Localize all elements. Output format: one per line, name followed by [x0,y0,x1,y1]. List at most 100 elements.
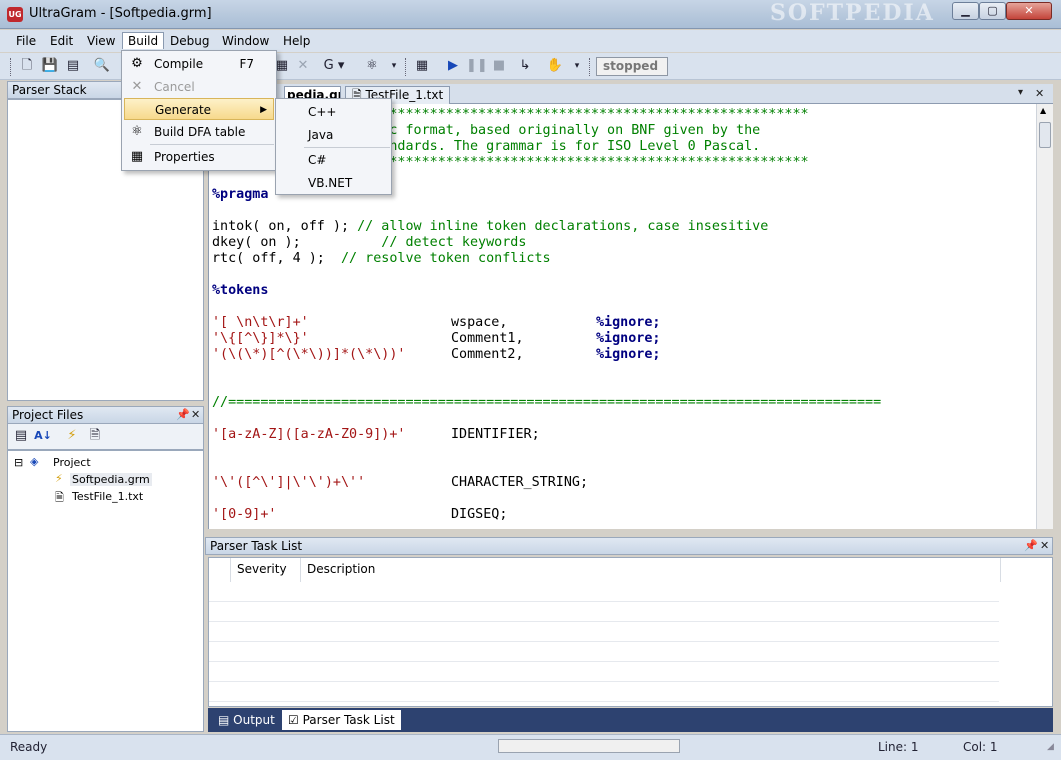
stop-icon[interactable]: ■ [489,57,509,75]
minimize-button[interactable]: ▁ [952,2,979,20]
tab-output[interactable]: ▤ Output [212,710,281,730]
tree-view-icon[interactable]: ▤ [11,427,31,445]
menu-compile[interactable]: ⚙ Compile F7 [124,53,274,75]
token-name: Comment1, [451,331,524,346]
project-icon: ◈ [30,455,39,468]
lightning-icon[interactable]: ⚡ [62,427,82,445]
menu-window[interactable]: Window [217,33,274,50]
editor-vertical-scrollbar[interactable]: ▲ [1036,104,1053,529]
pin-icon[interactable]: 📌 [176,407,190,423]
token-flag: %ignore; [596,331,661,346]
save-all-icon[interactable]: ▤ [63,57,83,75]
menu-file[interactable]: File [11,33,41,50]
close-button[interactable]: ✕ [1006,2,1052,20]
checklist-icon: ☑ [288,713,299,727]
table-row [209,682,999,702]
add-file-icon[interactable]: 🗎 [85,427,105,445]
code-text: rtc( off, 4 ); [212,251,325,266]
text-file-icon: 🗎 [55,491,64,504]
toolbar-grip[interactable] [10,58,13,76]
code-text: dkey( on ); [212,235,301,250]
tree-item-testfile[interactable]: TestFile_1.txt [72,490,143,503]
tree-collapse-icon[interactable]: ⊟ [14,456,23,469]
tree-item-softpedia-grm[interactable]: Softpedia.grm [70,473,152,486]
project-files-title: Project Files [12,408,84,422]
code-comment: // resolve token conflicts [324,251,551,266]
menu-view[interactable]: View [82,33,120,50]
scroll-thumb[interactable] [1039,122,1051,148]
maximize-button[interactable]: ▢ [979,2,1006,20]
step-icon[interactable]: ↳ [515,57,535,75]
run-icon[interactable]: ▶ [443,57,463,75]
progress-bar [498,739,680,753]
menu-help[interactable]: Help [278,33,315,50]
generate-submenu: C++ Java C# VB.NET [275,98,392,195]
pin-icon[interactable]: 📌 [1024,538,1038,554]
dfa-icon[interactable]: ⚛ [362,57,382,75]
column-header-description[interactable]: Description [301,558,1001,582]
menu-generate-java[interactable]: Java [278,124,390,146]
toolbar-overflow-icon[interactable]: ▾ [571,57,583,75]
toolbar-grip[interactable] [405,58,408,76]
column-header-severity[interactable]: Severity [231,558,301,582]
window-title: UltraGram - [Softpedia.grm] [29,6,212,21]
menu-debug[interactable]: Debug [165,33,214,50]
new-file-icon[interactable]: 🗋 [17,57,37,75]
token-regex: '[a-zA-Z]([a-zA-Z0-9])+' [212,427,406,442]
token-regex: '[ \n\t\r]+' [212,315,309,330]
app-logo-icon: UG [7,7,23,22]
tab-parser-task-list[interactable]: ☑ Parser Task List [282,710,401,730]
menu-generate-label: Generate [155,103,212,117]
menu-generate-cpp[interactable]: C++ [278,101,390,123]
delete-icon[interactable]: ✕ [293,57,313,75]
build-menu-dropdown: ⚙ Compile F7 ✕ Cancel Generate ▶ ⚛ Build… [121,50,277,171]
code-comment: // detect keywords [300,235,527,250]
menu-build-dfa[interactable]: ⚛ Build DFA table [124,121,274,143]
token-name: DIGSEQ; [451,507,508,522]
output-icon: ▤ [218,713,230,727]
task-list-header: Parser Task List 📌 ✕ [205,537,1053,555]
code-text: intok( on, off ); [212,219,350,234]
tree-item-project[interactable]: Project [53,456,91,469]
project-files-toolbar: ▤ A↓ ⚡ 🗎 [7,424,204,450]
debug-status-field: stopped [596,57,668,76]
code-line: //======================================… [212,395,882,410]
tab-task-list-label: Parser Task List [302,713,395,727]
save-icon[interactable]: 💾 [40,57,60,75]
generate-dropdown[interactable]: G ▾ [320,57,348,75]
print-preview-icon[interactable]: 🔍 [92,57,112,75]
menu-edit[interactable]: Edit [45,33,78,50]
tab-list-icon[interactable]: ▾ [1018,87,1023,98]
menu-properties[interactable]: ▦ Properties [124,146,274,168]
menu-generate-csharp[interactable]: C# [278,149,390,171]
token-name: Comment2, [451,347,524,362]
code-line: '[ \n\t\r]+' wspace, %ignore; [212,315,661,331]
sort-az-icon[interactable]: A↓ [33,427,53,445]
code-line: dkey( on ); // detect keywords [212,235,526,251]
cancel-icon: ✕ [131,79,143,94]
code-line: '\'([^\']|\'\')+\'' CHARACTER_STRING; [212,475,588,491]
menu-generate-vbnet[interactable]: VB.NET [278,172,390,194]
close-icon[interactable]: ✕ [1040,538,1049,554]
breakpoint-icon[interactable]: ✋ [545,57,565,75]
pause-icon[interactable]: ❚❚ [466,57,488,75]
code-line: %tokens [212,283,269,298]
table-row [209,642,999,662]
menu-compile-shortcut: F7 [239,57,254,71]
toolbar-overflow-icon[interactable]: ▾ [388,57,400,75]
token-regex: '[0-9]+' [212,507,277,522]
code-line: %pragma [212,187,269,202]
toolbar-grip[interactable] [589,58,592,76]
close-icon[interactable]: ✕ [191,407,200,423]
column-header-check[interactable] [209,558,231,582]
menu-compile-label: Compile [154,57,204,71]
menu-generate[interactable]: Generate ▶ [124,98,274,120]
close-editor-icon[interactable]: ✕ [1035,87,1044,100]
scroll-up-icon[interactable]: ▲ [1040,106,1046,115]
menu-cancel[interactable]: ✕ Cancel [124,76,274,98]
resize-grip-icon[interactable]: ◢ [1043,737,1054,757]
title-bar: UG UltraGram - [Softpedia.grm] SOFTPEDIA… [0,0,1061,29]
properties-icon[interactable]: ▦ [412,57,432,75]
menu-build[interactable]: Build [122,32,165,49]
table-row [209,582,999,602]
